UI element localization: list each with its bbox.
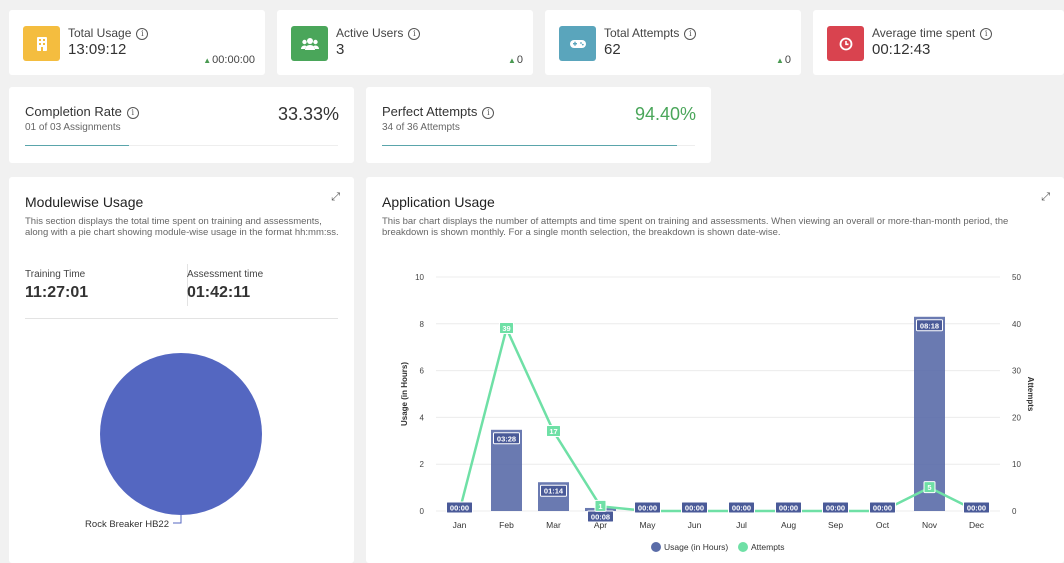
bar-data-label: 03:28 [497, 434, 516, 443]
arrow-up-icon: ▲ [775, 56, 784, 65]
completion-rate-sub: 01 of 03 Assignments [25, 122, 121, 133]
completion-progress-bar [25, 145, 338, 146]
perfect-attempts-value: 94.40% [634, 104, 696, 124]
y-axis-title: Usage (in Hours) [400, 362, 409, 426]
y2-axis-title: Attempts [1026, 377, 1035, 412]
x-tick-label: Sep [828, 520, 843, 530]
x-tick-label: Jan [453, 520, 467, 530]
y2-tick-label: 0 [1012, 507, 1017, 516]
y-tick-label: 8 [420, 320, 425, 329]
completion-rate-card: Completion Rate i 01 of 03 Assignments 33… [9, 87, 354, 163]
users-icon [291, 26, 328, 61]
y-tick-label: 6 [420, 367, 425, 376]
stat-delta: ▲0 [775, 54, 791, 66]
attempts-line [458, 327, 978, 513]
bar-data-label: 00:00 [873, 504, 892, 513]
y-tick-label: 0 [420, 507, 425, 516]
stat-label: Active Users i [336, 26, 421, 40]
pie-slice-rock-breaker[interactable] [100, 353, 262, 515]
y-tick-label: 4 [420, 413, 425, 422]
info-icon[interactable]: i [408, 28, 421, 40]
stat-label: Total Usage i [68, 26, 149, 40]
clock-icon [827, 26, 864, 61]
y-tick-label: 10 [415, 273, 424, 282]
arrow-up-icon: ▲ [507, 56, 516, 65]
line-data-label: 1 [598, 502, 602, 511]
bar-data-label: 00:00 [638, 504, 657, 513]
x-tick-label: May [639, 520, 656, 530]
stat-value: 00:12:43 [872, 41, 931, 58]
bar-data-label: 00:00 [732, 504, 751, 513]
bar-data-label: 00:00 [779, 504, 798, 513]
perfect-progress-fill [382, 145, 678, 146]
info-icon[interactable]: i [482, 107, 495, 119]
building-icon [23, 26, 60, 61]
bar-data-label: 00:00 [450, 504, 469, 513]
stat-value: 3 [336, 41, 345, 58]
application-usage-chart: 0 2 4 6 8 10 0 10 20 30 40 50 Usage (in Hours) Attemp… [400, 273, 1035, 552]
x-tick-label: Dec [969, 520, 985, 530]
x-tick-label: Jun [688, 520, 702, 530]
completion-progress-fill [25, 145, 130, 146]
legend-label-attempts: Attempts [751, 542, 785, 552]
line-data-label: 5 [927, 483, 931, 492]
perfect-attempts-title: Perfect Attempts i [382, 104, 495, 119]
pie-label-leader [173, 515, 182, 524]
legend-marker-usage [651, 542, 661, 552]
y2-tick-label: 20 [1012, 413, 1021, 422]
info-icon[interactable]: i [136, 28, 149, 40]
completion-rate-value: 33.33% [277, 104, 339, 124]
stat-label: Total Attempts i [604, 26, 697, 40]
completion-rate-title: Completion Rate i [25, 104, 139, 119]
info-icon[interactable]: i [980, 28, 993, 40]
bar-data-label: 00:00 [967, 504, 986, 513]
modulewise-usage-panel: Modulewise Usage ⤢ This section displays… [9, 177, 354, 563]
arrow-up-icon: ▲ [203, 56, 212, 65]
stat-card-average-time: Average time spent i 00:12:43 [813, 10, 1064, 75]
application-usage-panel: Application Usage ⤢ This bar chart displ… [366, 177, 1064, 563]
stat-card-total-usage: Total Usage i 13:09:12 ▲00:00:00 [9, 10, 265, 75]
x-tick-label: Nov [922, 520, 938, 530]
line-data-label: 39 [502, 324, 510, 333]
bar-data-label: 00:08 [591, 512, 610, 521]
x-tick-label: Oct [876, 520, 890, 530]
gamepad-icon [559, 26, 596, 61]
y-tick-label: 2 [420, 460, 425, 469]
y2-tick-label: 10 [1012, 460, 1021, 469]
x-tick-label: Aug [781, 520, 796, 530]
pie-label: Rock Breaker HB22 [85, 519, 169, 530]
stat-delta: ▲00:00:00 [203, 54, 255, 66]
y2-tick-label: 30 [1012, 367, 1021, 376]
perfect-progress-bar [382, 145, 695, 146]
info-icon[interactable]: i [126, 107, 139, 119]
info-icon[interactable]: i [684, 28, 697, 40]
x-tick-label: Mar [546, 520, 561, 530]
bar-data-label: 00:00 [685, 504, 704, 513]
bar-data-label: 08:18 [920, 321, 939, 330]
stat-card-total-attempts: Total Attempts i 62 ▲0 [545, 10, 801, 75]
x-tick-label: Feb [499, 520, 514, 530]
stat-card-active-users: Active Users i 3 ▲0 [277, 10, 533, 75]
stat-label: Average time spent i [872, 26, 993, 40]
line-data-label: 17 [549, 427, 557, 436]
legend-marker-attempts [738, 542, 748, 552]
y2-tick-label: 40 [1012, 320, 1021, 329]
bar-data-label: 01:14 [544, 487, 564, 496]
perfect-attempts-sub: 34 of 36 Attempts [382, 122, 460, 133]
stat-value: 13:09:12 [68, 41, 127, 58]
x-tick-label: Jul [736, 520, 747, 530]
modulewise-pie-chart: Rock Breaker HB22 [85, 353, 262, 530]
y2-tick-label: 50 [1012, 273, 1021, 282]
stat-value: 62 [604, 41, 621, 58]
legend-label-usage: Usage (in Hours) [664, 542, 728, 552]
stat-delta: ▲0 [507, 54, 523, 66]
bar-data-label: 00:00 [826, 504, 845, 513]
perfect-attempts-card: Perfect Attempts i 34 of 36 Attempts 94.4… [366, 87, 711, 163]
